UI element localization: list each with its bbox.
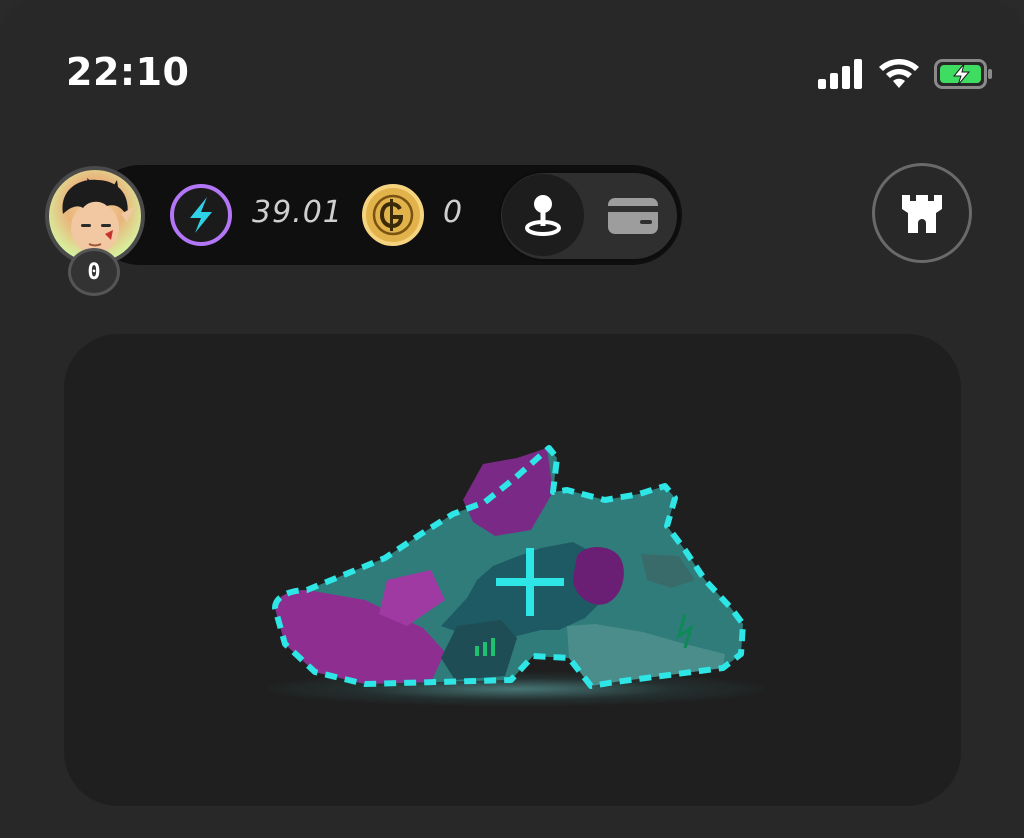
energy-balance: 39.01: [252, 195, 343, 230]
app-screen: 22:10 0 39.01 0: [0, 0, 1024, 838]
mode-option-joystick[interactable]: [502, 174, 584, 256]
battery-charging-icon: [934, 59, 992, 89]
gst-coin-icon: [372, 194, 414, 236]
signal-icon: [818, 59, 862, 89]
level-badge: 0: [68, 248, 120, 296]
status-time: 22:10: [66, 50, 190, 94]
gst-token: [362, 184, 424, 246]
wifi-icon: [879, 59, 919, 88]
status-icons: [818, 56, 994, 92]
wallet-icon[interactable]: [604, 192, 662, 240]
energy-token: [170, 184, 232, 246]
lightning-token-icon: [190, 197, 212, 233]
castle-button[interactable]: [872, 163, 972, 263]
sneaker-slot[interactable]: [255, 430, 775, 720]
joystick-icon: [525, 195, 561, 236]
gst-balance: 0: [443, 195, 464, 230]
castle-icon: [902, 195, 942, 233]
